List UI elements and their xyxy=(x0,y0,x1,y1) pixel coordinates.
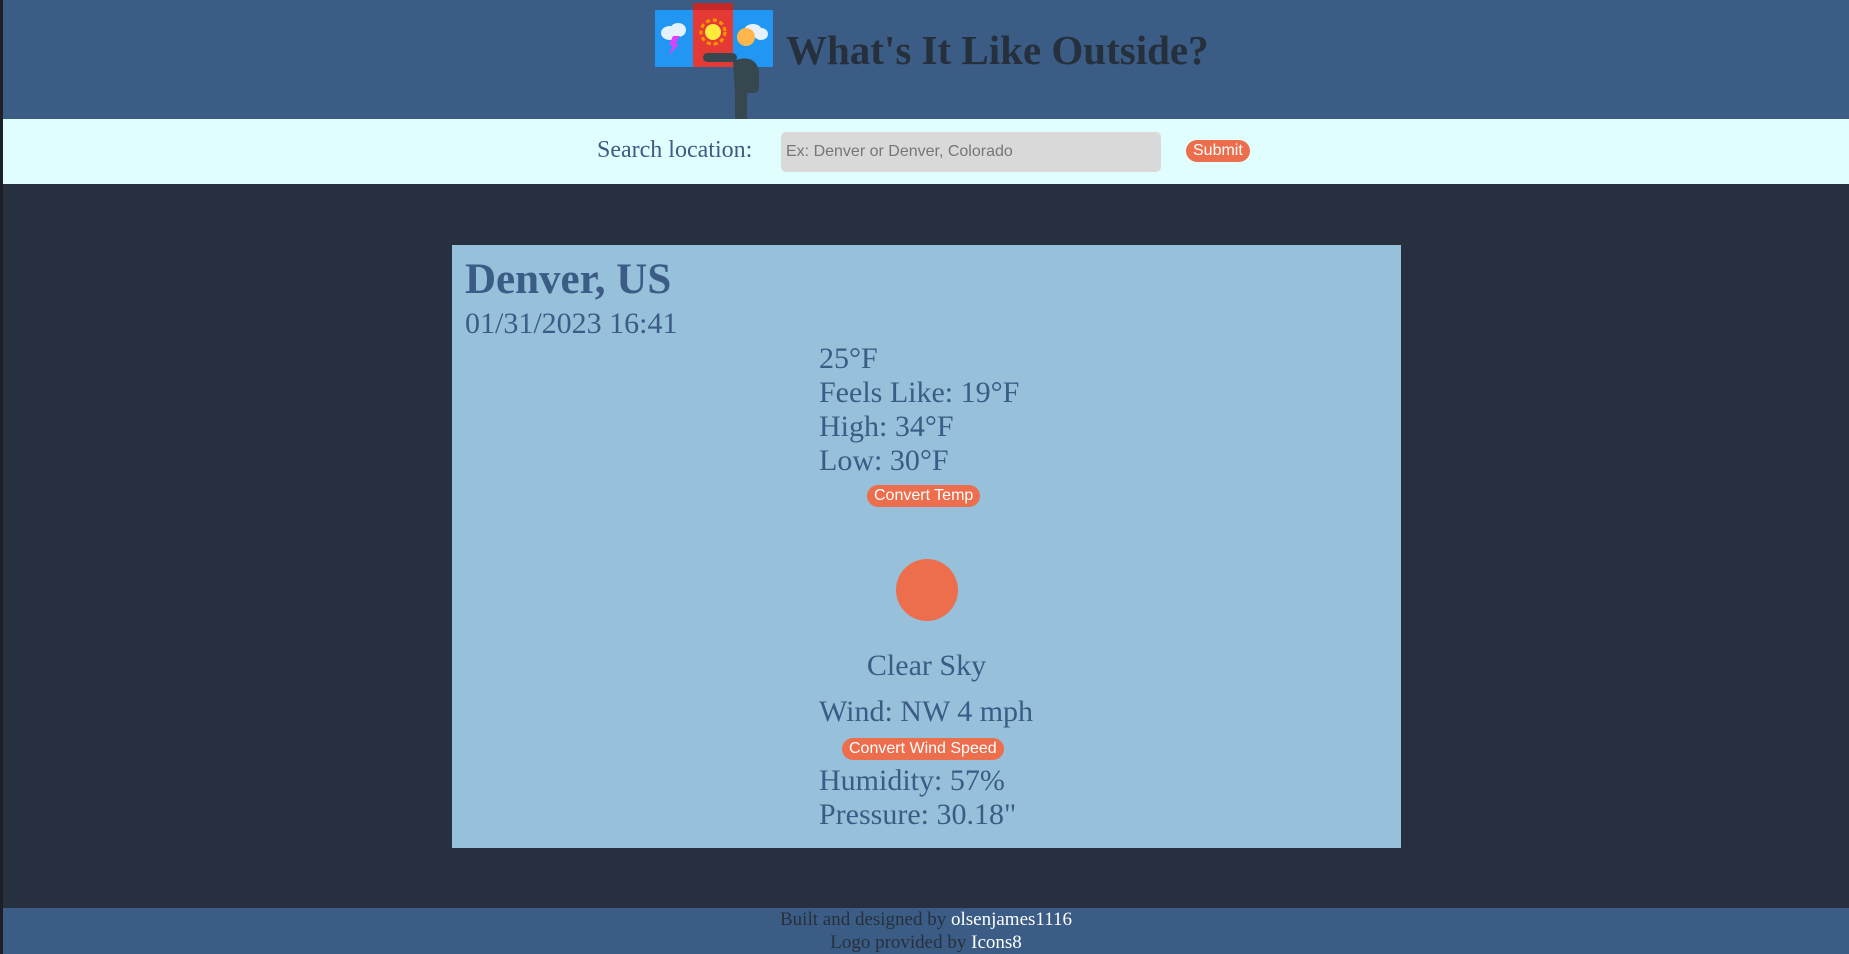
site-title: What's It Like Outside? xyxy=(786,27,1209,73)
low-temperature: Low: 30°F xyxy=(819,444,949,477)
submit-button[interactable]: Submit xyxy=(1186,140,1250,162)
search-label: Search location: xyxy=(597,137,753,163)
footer-logo-line: Logo provided by Icons8 xyxy=(3,931,1849,954)
high-temperature: High: 34°F xyxy=(819,410,954,443)
city-name: Denver, US xyxy=(465,256,672,303)
feels-like-temperature: Feels Like: 19°F xyxy=(819,376,1020,409)
convert-temp-button[interactable]: Convert Temp xyxy=(867,485,981,507)
humidity: Humidity: 57% xyxy=(819,764,1005,797)
icons8-link[interactable]: Icons8 xyxy=(971,932,1022,953)
weather-person-logo-icon xyxy=(655,3,773,119)
search-input[interactable] xyxy=(781,132,1161,172)
footer-credit-line: Built and designed by olsenjames1116 xyxy=(3,908,1849,931)
footer-built-text: Built and designed by xyxy=(780,909,951,930)
footer-logo-text: Logo provided by xyxy=(830,932,972,953)
weather-card: Denver, US 01/31/2023 16:41 25°F Feels L… xyxy=(452,245,1401,848)
date-time: 01/31/2023 16:41 xyxy=(465,307,678,340)
wind-speed: Wind: NW 4 mph xyxy=(819,695,1034,728)
pressure: Pressure: 30.18" xyxy=(819,798,1017,831)
sun-icon xyxy=(896,559,958,621)
weather-condition: Clear Sky xyxy=(866,649,987,682)
convert-wind-speed-button[interactable]: Convert Wind Speed xyxy=(842,738,1004,760)
author-link[interactable]: olsenjames1116 xyxy=(951,909,1072,930)
site-footer: Built and designed by olsenjames1116 Log… xyxy=(3,908,1849,954)
current-temperature: 25°F xyxy=(819,342,878,375)
